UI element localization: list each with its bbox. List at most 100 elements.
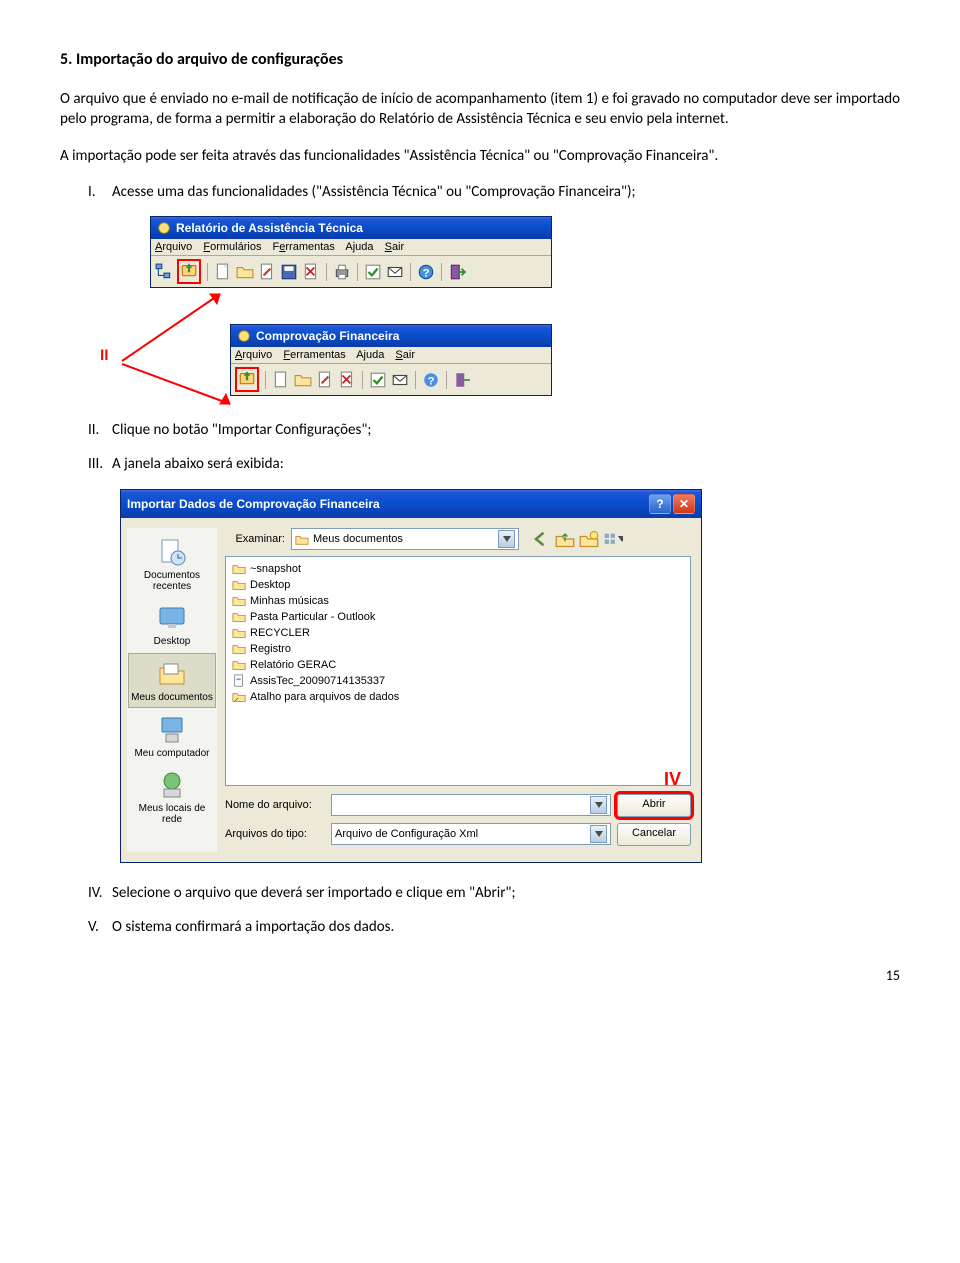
menu-ferramentas[interactable]: Ferramentas	[283, 349, 345, 361]
step-IV-text: Selecione o arquivo que deverá ser impor…	[112, 884, 515, 902]
examinar-label: Examinar:	[225, 533, 285, 545]
toolbar-comprovacao: ?	[231, 364, 551, 395]
import-config-icon[interactable]	[180, 261, 198, 279]
validate-icon[interactable]	[364, 263, 382, 281]
open-folder-icon[interactable]	[294, 371, 312, 389]
file-item[interactable]: Relatório GERAC	[232, 657, 684, 673]
place-desktop[interactable]: Desktop	[129, 598, 215, 651]
exit-icon[interactable]	[453, 371, 471, 389]
validate-icon[interactable]	[369, 371, 387, 389]
paragraph-1: O arquivo que é enviado no e-mail de not…	[60, 89, 900, 130]
new-folder-icon[interactable]	[579, 529, 599, 549]
app-icon	[237, 329, 251, 343]
back-icon[interactable]	[531, 529, 551, 549]
annotation-label-IV: IV	[664, 769, 681, 790]
examinar-combo[interactable]: Meus documentos	[291, 528, 519, 550]
file-item[interactable]: Desktop	[232, 577, 684, 593]
file-item[interactable]: Registro	[232, 641, 684, 657]
step-I-text: Acesse uma das funcionalidades ("Assistê…	[112, 183, 636, 201]
step-I-num: I.	[88, 182, 112, 202]
examinar-value: Meus documentos	[313, 533, 403, 545]
toolbar-relatorio: ?	[151, 256, 551, 287]
delete-icon[interactable]	[338, 371, 356, 389]
delete-icon[interactable]	[302, 263, 320, 281]
views-icon[interactable]	[603, 529, 623, 549]
place-recent[interactable]: Documentos recentes	[129, 532, 215, 596]
file-item[interactable]: Pasta Particular - Outlook	[232, 609, 684, 625]
titlebar-comprovacao: Comprovação Financeira	[231, 325, 551, 347]
figure-apps: II Relatório de Assistência Técnica AArq…	[150, 216, 900, 396]
close-button[interactable]: ✕	[673, 494, 695, 514]
titlebar-relatorio: Relatório de Assistência Técnica	[151, 217, 551, 239]
print-icon[interactable]	[333, 263, 351, 281]
step-III-text: A janela abaixo será exibida:	[112, 455, 284, 473]
save-icon[interactable]	[280, 263, 298, 281]
step-III-num: III.	[88, 454, 112, 474]
annotation-label-II: II	[100, 346, 109, 365]
file-item[interactable]: AssisTec_20090714135337	[232, 673, 684, 689]
menu-arquivo[interactable]: AArquivorquivo	[155, 241, 192, 253]
place-mydocs[interactable]: Meus documentos	[128, 653, 216, 708]
file-item[interactable]: Minhas músicas	[232, 593, 684, 609]
file-item[interactable]: Atalho para arquivos de dados	[232, 689, 684, 705]
menubar-relatorio: AArquivorquivo Formulários Ferramentas A…	[151, 239, 551, 256]
new-doc-icon[interactable]	[272, 371, 290, 389]
menu-sair[interactable]: Sair	[395, 349, 415, 361]
step-III: III.A janela abaixo será exibida:	[88, 454, 900, 474]
menu-formularios[interactable]: Formulários	[203, 241, 261, 253]
window-comprovacao: Comprovação Financeira Arquivo Ferrament…	[230, 324, 552, 396]
open-button[interactable]: Abrir	[617, 794, 691, 817]
place-mycomputer[interactable]: Meu computador	[129, 710, 215, 763]
file-list[interactable]: ~snapshot Desktop Minhas músicas Pasta P…	[225, 556, 691, 786]
page-number: 15	[60, 967, 900, 984]
step-II-num: II.	[88, 420, 112, 440]
help-button[interactable]: ?	[649, 494, 671, 514]
send-icon[interactable]	[391, 371, 409, 389]
new-doc-icon[interactable]	[214, 263, 232, 281]
place-label: Meus documentos	[131, 692, 213, 703]
filetype-label: Arquivos do tipo:	[225, 828, 325, 840]
open-folder-icon[interactable]	[236, 263, 254, 281]
place-label: Meus locais de rede	[139, 803, 206, 825]
menu-ajuda[interactable]: Ajuda	[345, 241, 373, 253]
step-I: I.Acesse uma das funcionalidades ("Assis…	[88, 182, 900, 202]
dialog-titlebar: Importar Dados de Comprovação Financeira…	[121, 490, 701, 518]
annotation-arrow-down	[112, 356, 242, 416]
step-V: V.O sistema confirmará a importação dos …	[88, 917, 900, 937]
menu-ferramentas[interactable]: Ferramentas	[273, 241, 335, 253]
window-title-text: Relatório de Assistência Técnica	[176, 221, 363, 235]
help-icon[interactable]: ?	[417, 263, 435, 281]
filename-combo[interactable]	[331, 794, 611, 816]
menu-ajuda[interactable]: Ajuda	[356, 349, 384, 361]
window-relatorio: Relatório de Assistência Técnica AArquiv…	[150, 216, 552, 288]
dropdown-arrow-icon[interactable]	[590, 796, 607, 814]
send-icon[interactable]	[386, 263, 404, 281]
tree-icon[interactable]	[155, 263, 173, 281]
place-label: Documentos recentes	[144, 570, 200, 592]
section-title: 5. Importação do arquivo de configuraçõe…	[60, 50, 900, 69]
paragraph-2: A importação pode ser feita através das …	[60, 146, 900, 166]
places-bar: Documentos recentes Desktop Meus documen…	[127, 528, 217, 852]
filetype-combo[interactable]: Arquivo de Configuração Xml	[331, 823, 611, 845]
window-title-text: Comprovação Financeira	[256, 329, 399, 343]
dropdown-arrow-icon[interactable]	[498, 530, 515, 548]
file-item[interactable]: ~snapshot	[232, 561, 684, 577]
file-item[interactable]: RECYCLER	[232, 625, 684, 641]
exit-icon[interactable]	[448, 263, 466, 281]
dropdown-arrow-icon[interactable]	[590, 825, 607, 843]
up-folder-icon[interactable]	[555, 529, 575, 549]
filename-label: Nome do arquivo:	[225, 799, 325, 811]
app-icon	[157, 221, 171, 235]
cancel-button[interactable]: Cancelar	[617, 823, 691, 846]
import-dialog: Importar Dados de Comprovação Financeira…	[120, 489, 702, 863]
step-V-text: O sistema confirmará a importação dos da…	[112, 918, 394, 936]
place-network[interactable]: Meus locais de rede	[129, 765, 215, 829]
menu-sair[interactable]: Sair	[385, 241, 405, 253]
edit-doc-icon[interactable]	[316, 371, 334, 389]
import-button-highlight	[177, 259, 201, 284]
step-II: II.Clique no botão "Importar Configuraçõ…	[88, 420, 900, 440]
dialog-title-text: Importar Dados de Comprovação Financeira	[127, 497, 380, 511]
edit-doc-icon[interactable]	[258, 263, 276, 281]
step-IV-num: IV.	[88, 883, 112, 903]
help-icon[interactable]: ?	[422, 371, 440, 389]
